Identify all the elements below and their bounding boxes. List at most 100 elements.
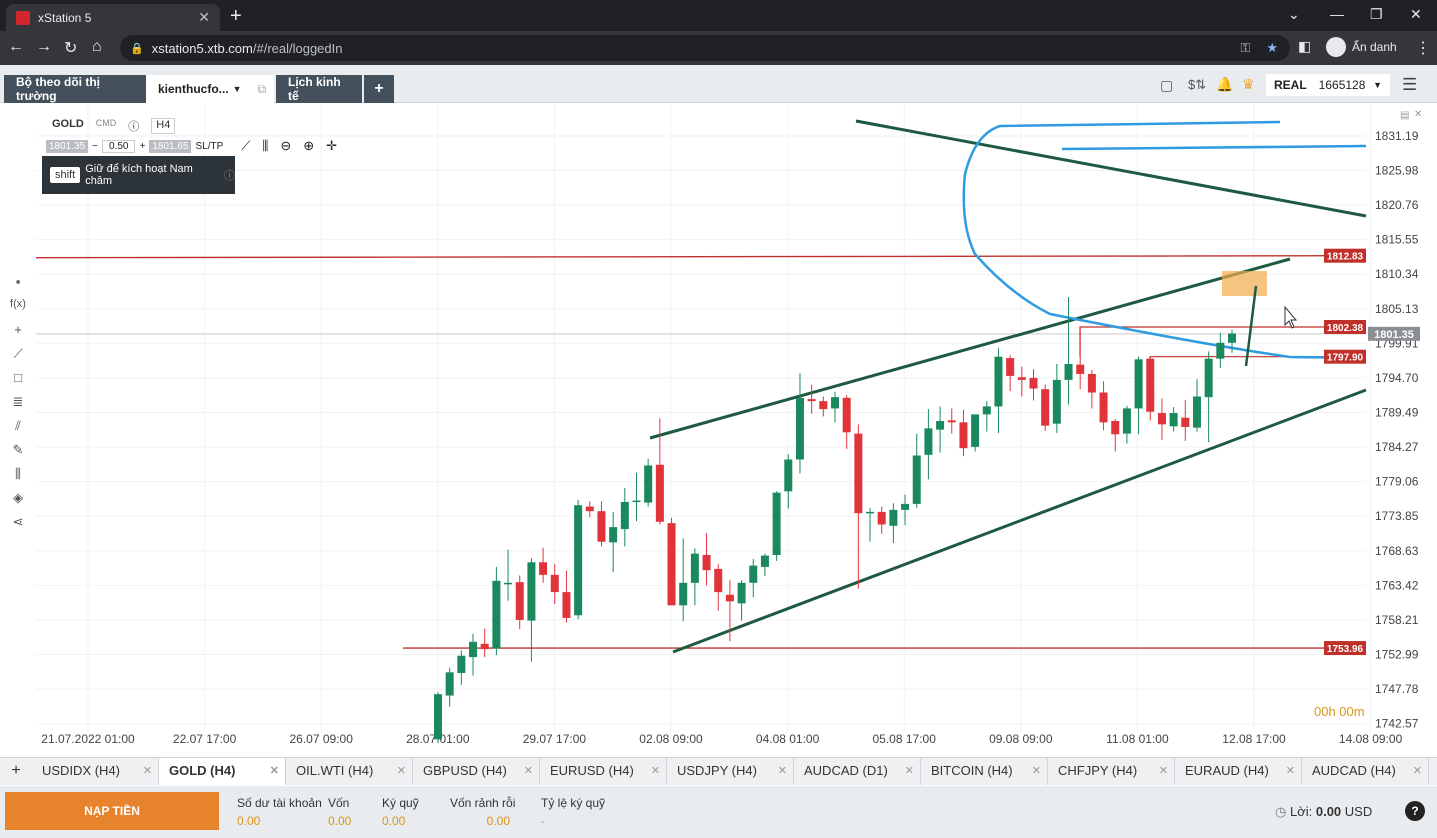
- buy-price-button[interactable]: 1801.65: [149, 139, 192, 153]
- instrument-tab[interactable]: GOLD (H4) ✕: [159, 758, 286, 785]
- y-tick-label: 1747.78: [1375, 682, 1419, 696]
- candle-body: [901, 503, 910, 510]
- browser-tab[interactable]: xStation 5 ✕: [6, 4, 220, 31]
- candle-body: [1169, 413, 1178, 427]
- symbol-name[interactable]: GOLD: [52, 118, 84, 134]
- candle-body: [725, 594, 734, 602]
- line-tool-icon[interactable]: ⟋: [8, 346, 28, 370]
- stat-label: Tỷ lệ ký quỹ: [541, 796, 606, 810]
- zoom-in-icon[interactable]: ⊕: [303, 138, 314, 154]
- tab-search-icon[interactable]: ⌄: [1288, 6, 1300, 23]
- profit-display: ◷ Lời: 0.00 USD: [1275, 804, 1372, 820]
- close-instrument-icon[interactable]: ✕: [524, 758, 533, 784]
- instrument-tab[interactable]: AUDCAD (H4) ✕: [1302, 758, 1429, 785]
- address-bar[interactable]: 🔒 xstation5.xtb.com /#/real/loggedIn ⚿ ★: [120, 35, 1290, 61]
- channel-tool-icon[interactable]: ⫽: [8, 418, 28, 442]
- crosshair-tool-icon[interactable]: +: [8, 322, 28, 346]
- tab-economic-calendar[interactable]: Lịch kinh tế: [276, 75, 362, 103]
- side-panel-icon[interactable]: ◧: [1298, 38, 1311, 55]
- close-instrument-icon[interactable]: ✕: [1413, 758, 1422, 784]
- chart-panel[interactable]: 21.07.2022 01:00 22.07 17:00 26.07 09:00 28…: [0, 104, 1437, 754]
- instrument-tab[interactable]: AUDCAD (D1) ✕: [794, 758, 921, 785]
- shape-tool-icon[interactable]: □: [8, 370, 28, 394]
- fibonacci-icon[interactable]: ≣: [8, 394, 28, 418]
- close-instrument-icon[interactable]: ✕: [1286, 758, 1295, 784]
- y-tick-label: 1825.98: [1375, 163, 1419, 177]
- candle-body: [562, 592, 571, 618]
- instrument-tab[interactable]: EURAUD (H4) ✕: [1175, 758, 1302, 785]
- zoom-out-icon[interactable]: ⊖: [280, 138, 291, 154]
- window-close-icon[interactable]: ✕: [1410, 6, 1422, 23]
- deposit-button[interactable]: NẠP TIỀN: [5, 792, 219, 830]
- rectangle-select-icon[interactable]: ▪: [8, 274, 28, 298]
- brush-icon[interactable]: ✎: [8, 442, 28, 466]
- y-tick-label: 1779.06: [1375, 475, 1419, 489]
- account-selector[interactable]: REAL 1665128 ▼: [1266, 74, 1390, 96]
- instrument-tab[interactable]: BITCOIN (H4) ✕: [921, 758, 1048, 785]
- premium-icon[interactable]: ♛: [1242, 76, 1255, 93]
- key-icon[interactable]: ⚿: [1240, 40, 1250, 56]
- new-tab-button[interactable]: +: [230, 5, 242, 28]
- candle-body: [457, 655, 466, 673]
- candle-body: [947, 420, 956, 423]
- candles-icon[interactable]: ⫼: [262, 138, 268, 154]
- browser-menu-icon[interactable]: ⋮: [1415, 38, 1431, 58]
- close-instrument-icon[interactable]: ✕: [1159, 758, 1168, 784]
- layers-icon[interactable]: ◈: [8, 490, 28, 514]
- close-instrument-icon[interactable]: ✕: [1032, 758, 1041, 784]
- forward-icon[interactable]: →: [36, 38, 52, 56]
- candle-body: [1204, 358, 1213, 398]
- candle-body: [1192, 396, 1201, 428]
- timeframe-select[interactable]: H4: [151, 118, 176, 134]
- home-icon[interactable]: ⌂: [92, 38, 102, 56]
- close-instrument-icon[interactable]: ✕: [270, 758, 279, 784]
- info-icon[interactable]: ⓘ: [128, 118, 139, 134]
- instrument-tab-label: BITCOIN (H4): [931, 763, 1013, 778]
- dropdown-caret-icon[interactable]: ▼: [233, 84, 242, 94]
- tab-workspace[interactable]: kienthucfo... ▼ ⧉ ✕: [146, 75, 288, 103]
- price-chart[interactable]: 21.07.2022 01:00 22.07 17:00 26.07 09:00 28…: [0, 104, 1437, 754]
- indicators-icon[interactable]: f(x): [8, 298, 28, 322]
- volume-minus[interactable]: −: [92, 141, 98, 152]
- popout-icon[interactable]: ⧉: [258, 82, 267, 97]
- tab-market-watch[interactable]: Bộ theo dõi thị trường: [4, 75, 146, 103]
- close-instrument-icon[interactable]: ✕: [143, 758, 152, 784]
- back-icon[interactable]: ←: [8, 38, 24, 56]
- chart-type-icon[interactable]: ⟋: [241, 138, 250, 154]
- stat-value: 0.00: [237, 814, 261, 828]
- crosshair-icon[interactable]: ✛: [326, 138, 337, 154]
- candle-body: [831, 397, 839, 409]
- instrument-tab[interactable]: GBPUSD (H4) ✕: [413, 758, 540, 785]
- layout-icon[interactable]: ▢: [1160, 77, 1173, 94]
- volume-input[interactable]: 0.50: [102, 139, 136, 153]
- instrument-tab[interactable]: USDIDX (H4) ✕: [32, 758, 159, 785]
- restore-icon[interactable]: ❐: [1370, 6, 1383, 23]
- volume-plus[interactable]: +: [139, 141, 145, 152]
- reload-icon[interactable]: ↻: [64, 38, 77, 58]
- bell-icon[interactable]: 🔔: [1216, 76, 1233, 93]
- minimize-icon[interactable]: —: [1330, 6, 1344, 22]
- help-icon[interactable]: ?: [1405, 801, 1425, 821]
- sl-tp-button[interactable]: SL/TP: [195, 141, 223, 152]
- close-instrument-icon[interactable]: ✕: [651, 758, 660, 784]
- measure-icon[interactable]: ⫼: [8, 466, 28, 490]
- close-tab-icon[interactable]: ✕: [198, 9, 210, 26]
- instrument-tab[interactable]: OIL.WTI (H4) ✕: [286, 758, 413, 785]
- close-instrument-icon[interactable]: ✕: [905, 758, 914, 784]
- instrument-tab[interactable]: USDJPY (H4) ✕: [667, 758, 794, 785]
- instrument-tab[interactable]: EURUSD (H4) ✕: [540, 758, 667, 785]
- bookmark-star-icon[interactable]: ★: [1266, 40, 1278, 56]
- sell-price-button[interactable]: 1801.35: [46, 139, 89, 153]
- x-tick-label: 04.08 01:00: [756, 732, 820, 746]
- chart-maximize-icon[interactable]: ▤: [1400, 110, 1409, 121]
- share-icon[interactable]: ⋖: [8, 514, 28, 538]
- close-instrument-icon[interactable]: ✕: [397, 758, 406, 784]
- currency-icon[interactable]: $⇅: [1188, 77, 1206, 93]
- hamburger-menu-icon[interactable]: ☰: [1402, 75, 1417, 95]
- close-instrument-icon[interactable]: ✕: [778, 758, 787, 784]
- add-tab-button[interactable]: +: [364, 75, 394, 103]
- chart-close-icon[interactable]: ✕: [1414, 109, 1422, 120]
- incognito-profile[interactable]: Ẩn danh: [1326, 37, 1397, 57]
- add-instrument-button[interactable]: +: [0, 758, 32, 785]
- instrument-tab[interactable]: CHFJPY (H4) ✕: [1048, 758, 1175, 785]
